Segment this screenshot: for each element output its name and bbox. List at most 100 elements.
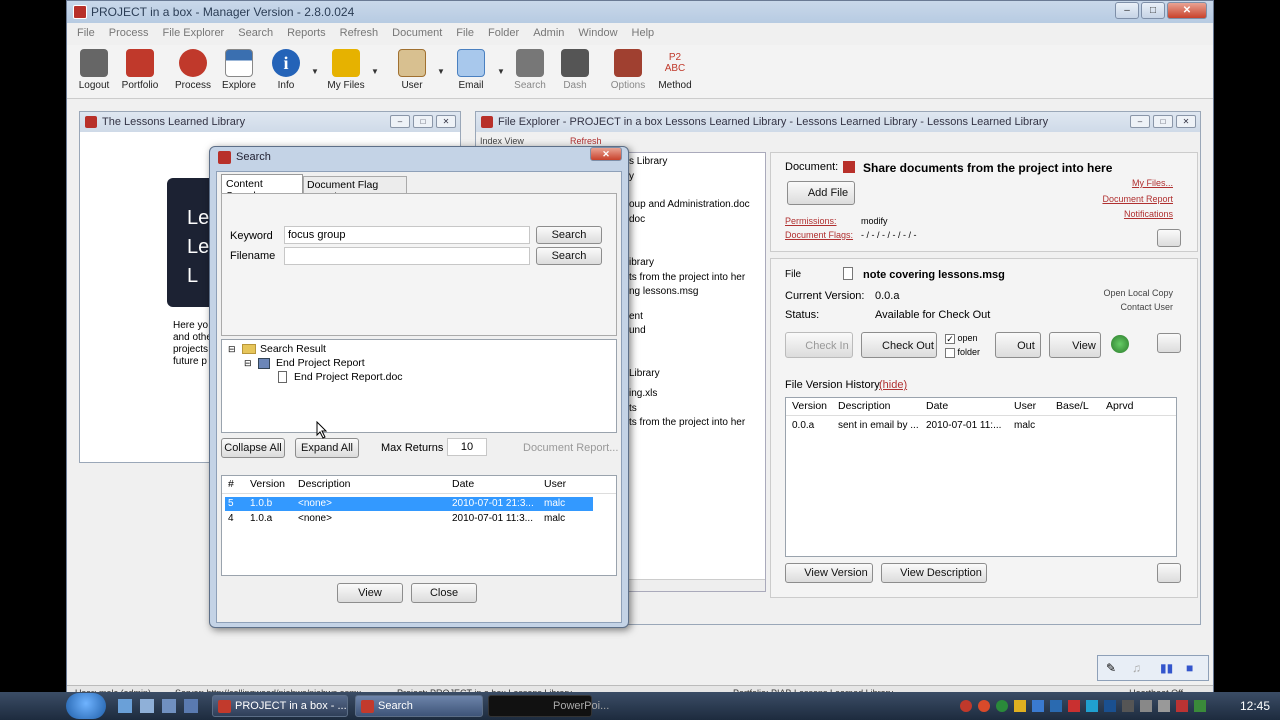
minimize-button[interactable]: – [1115, 2, 1139, 19]
results-col-user[interactable]: User [544, 478, 566, 490]
email-button[interactable]: Email [443, 49, 499, 91]
tray-icon[interactable] [978, 700, 990, 712]
menu-refresh[interactable]: Refresh [340, 24, 379, 43]
tray-icon[interactable] [960, 700, 972, 712]
tree-item[interactable]: s Library [629, 155, 750, 170]
view-button[interactable]: View [337, 583, 403, 603]
dash-button[interactable]: Dash [547, 49, 603, 91]
tray-icon[interactable] [1104, 700, 1116, 712]
tab-content-search[interactable]: Content Search [221, 174, 303, 202]
menu-file[interactable]: File [77, 24, 95, 43]
my-files-dropdown-icon[interactable]: ▼ [371, 67, 379, 76]
table-row[interactable]: 0.0.a sent in email by ... 2010-07-01 11… [786, 418, 1176, 434]
start-button[interactable] [66, 693, 106, 719]
taskbar-item-powerpoint[interactable]: PowerPoi... [488, 695, 609, 717]
document-report-button[interactable]: Document Report... [523, 442, 618, 454]
out-button[interactable]: Out [995, 332, 1041, 358]
tray-icon[interactable] [1122, 700, 1134, 712]
tree-item[interactable]: ibrary [629, 256, 750, 271]
tree-item[interactable]: und [629, 324, 750, 339]
tree-item[interactable]: ng lessons.msg [629, 285, 750, 300]
clock[interactable]: 12:45 [1240, 699, 1270, 713]
collapse-all-button[interactable]: Collapse All [221, 438, 285, 458]
explorer-close-button[interactable]: ✕ [1176, 115, 1196, 128]
tree-collapse-icon[interactable]: ⊟ [228, 344, 236, 355]
tray-icon[interactable] [1050, 700, 1062, 712]
results-col-date[interactable]: Date [452, 478, 474, 490]
stop-icon[interactable]: ■ [1186, 661, 1193, 675]
method-button[interactable]: P2 ABC Method [647, 49, 703, 91]
go-icon[interactable] [1111, 335, 1129, 353]
view-version-button[interactable]: View Version [785, 563, 873, 583]
tree-leaf[interactable]: End Project Report.doc [294, 371, 403, 383]
my-files-link[interactable]: My Files... [1132, 178, 1173, 188]
history-col-user[interactable]: User [1014, 400, 1036, 412]
tree-child[interactable]: End Project Report [276, 357, 365, 369]
battery-icon[interactable] [1194, 700, 1206, 712]
tab-document-flag-search[interactable]: Document Flag Search [303, 176, 407, 203]
results-col-description[interactable]: Description [298, 478, 351, 490]
tree-item[interactable]: y [629, 170, 750, 185]
menu-reports[interactable]: Reports [287, 24, 326, 43]
quick-launch-icon[interactable] [184, 699, 198, 713]
menu-document[interactable]: Document [392, 24, 442, 43]
menu-file-2[interactable]: File [456, 24, 474, 43]
document-report-link[interactable]: Document Report [1102, 194, 1173, 204]
search-close-button[interactable]: ✕ [590, 147, 622, 161]
pen-icon[interactable]: ✎ [1106, 661, 1116, 675]
tray-icon[interactable] [996, 700, 1008, 712]
taskbar-item-search[interactable]: Search [355, 695, 483, 717]
history-col-approved[interactable]: Aprvd [1106, 400, 1133, 412]
close-dialog-button[interactable]: Close [411, 583, 477, 603]
info-button[interactable]: i Info [258, 49, 314, 91]
pause-icon[interactable]: ▮▮ [1160, 661, 1173, 675]
menu-process[interactable]: Process [109, 24, 149, 43]
view-file-button[interactable]: View [1049, 332, 1101, 358]
quick-launch-icon[interactable] [140, 699, 154, 713]
tray-icon[interactable] [1086, 700, 1098, 712]
add-file-button[interactable]: Add File [787, 181, 855, 205]
email-file-button[interactable] [1157, 333, 1181, 353]
menu-window[interactable]: Window [578, 24, 617, 43]
keyword-input[interactable]: focus group [284, 226, 530, 244]
tree-root[interactable]: Search Result [260, 343, 326, 355]
contact-user-link[interactable]: Contact User [1120, 302, 1173, 312]
tree-item[interactable]: doc [629, 213, 750, 228]
portfolio-button[interactable]: Portfolio [112, 49, 168, 91]
hide-history-link[interactable]: (hide) [879, 379, 907, 391]
tree-item[interactable]: Library [629, 367, 750, 382]
tray-icon[interactable] [1014, 700, 1026, 712]
explorer-minimize-button[interactable]: – [1130, 115, 1150, 128]
tree-item[interactable]: ts [629, 402, 750, 417]
show-desktop-icon[interactable] [118, 699, 132, 713]
tree-item[interactable]: ts from the project into her [629, 416, 750, 431]
history-col-date[interactable]: Date [926, 400, 948, 412]
history-col-description[interactable]: Description [838, 400, 891, 412]
menu-file-explorer[interactable]: File Explorer [162, 24, 224, 43]
email-document-button[interactable] [1157, 229, 1181, 247]
email-version-button[interactable] [1157, 563, 1181, 583]
tray-icon[interactable] [1068, 700, 1080, 712]
folder-checkbox[interactable]: folder [945, 347, 980, 358]
check-in-button[interactable]: Check In [785, 332, 853, 358]
panel-minimize-button[interactable]: – [390, 115, 410, 128]
panel-close-button[interactable]: ✕ [436, 115, 456, 128]
permissions-link[interactable]: Permissions: [785, 216, 837, 226]
check-out-button[interactable]: Check Out [861, 332, 937, 358]
power-icon[interactable] [1176, 700, 1188, 712]
refresh-link[interactable]: Refresh [570, 136, 602, 146]
tree-collapse-icon[interactable]: ⊟ [244, 358, 252, 369]
menu-search[interactable]: Search [238, 24, 273, 43]
document-flags-link[interactable]: Document Flags: [785, 230, 853, 240]
open-checkbox[interactable]: ✓ open [945, 333, 978, 344]
network-icon[interactable] [1140, 700, 1152, 712]
menu-folder[interactable]: Folder [488, 24, 519, 43]
open-local-copy-link[interactable]: Open Local Copy [1103, 288, 1173, 298]
panel-maximize-button[interactable]: □ [413, 115, 433, 128]
tree-item[interactable]: ent [629, 310, 750, 325]
explorer-maximize-button[interactable]: □ [1153, 115, 1173, 128]
quick-launch-icon[interactable] [162, 699, 176, 713]
history-col-base[interactable]: Base/L [1056, 400, 1089, 412]
results-col-version[interactable]: Version [250, 478, 285, 490]
notifications-link[interactable]: Notifications [1124, 209, 1173, 219]
